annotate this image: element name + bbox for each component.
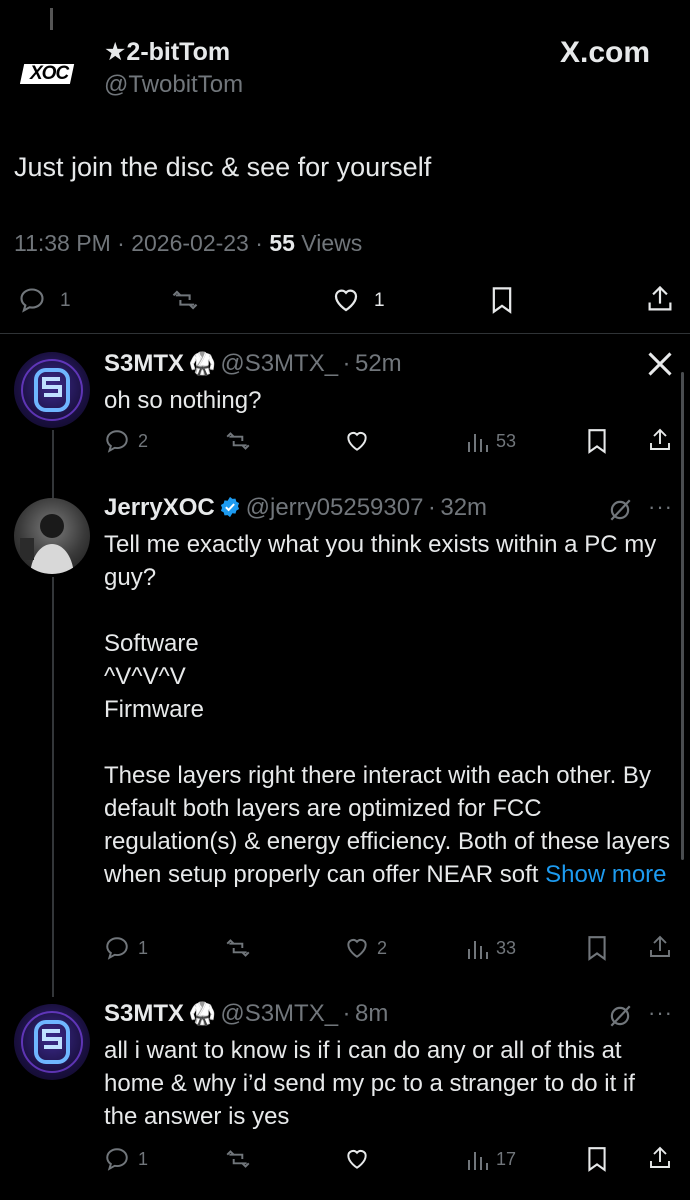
reply-text-content: Tell me exactly what you think exists wi… xyxy=(104,531,671,888)
main-avatar-logo-text: XOC xyxy=(30,63,69,84)
views-chart-icon[interactable] xyxy=(466,1148,490,1172)
more-options-icon[interactable]: ··· xyxy=(648,1000,673,1026)
main-avatar[interactable]: XOC xyxy=(20,46,84,94)
view-count: 53 xyxy=(496,431,517,451)
verified-badge-icon xyxy=(219,496,241,518)
reply-icon[interactable] xyxy=(104,428,130,454)
reply-text: Tell me exactly what you think exists wi… xyxy=(104,528,674,891)
meta-separator: · xyxy=(255,230,263,256)
bookmark-icon[interactable] xyxy=(490,286,514,314)
repost-icon[interactable] xyxy=(224,1146,252,1172)
thread-line xyxy=(52,577,54,997)
reply-text: oh so nothing? xyxy=(104,387,262,414)
meta-separator: · xyxy=(342,350,351,377)
view-count: 33 xyxy=(496,938,517,958)
like-count: 1 xyxy=(374,290,385,311)
reply-age: 32m xyxy=(440,494,488,521)
main-post-text: Just join the disc & see for yourself xyxy=(14,152,432,182)
reply-count: 2 xyxy=(138,431,149,451)
repost-icon[interactable] xyxy=(224,935,252,961)
share-icon[interactable] xyxy=(648,933,672,961)
thread-line xyxy=(52,430,54,500)
meta-separator: · xyxy=(117,230,125,256)
views-count: 55 xyxy=(269,230,295,256)
brand-label: X.com xyxy=(560,36,651,69)
bookmark-icon[interactable] xyxy=(586,428,608,454)
like-icon[interactable] xyxy=(343,1146,371,1172)
share-icon[interactable] xyxy=(648,426,672,454)
like-count: 2 xyxy=(377,938,388,958)
reply-count: 1 xyxy=(138,1149,149,1169)
share-icon[interactable] xyxy=(648,1144,672,1172)
reply-icon[interactable] xyxy=(18,286,46,314)
reply-header: JerryXOC @jerry05259307 · 32m xyxy=(104,494,487,522)
grok-icon[interactable] xyxy=(607,1003,633,1029)
post-time: 11:38 PM xyxy=(14,230,111,256)
repost-icon[interactable] xyxy=(170,286,200,314)
post-date: 2026-02-23 xyxy=(131,230,249,256)
reply-handle[interactable]: @jerry05259307 xyxy=(246,494,424,521)
view-count: 17 xyxy=(496,1149,517,1169)
reply-display-name[interactable]: S3MTX xyxy=(104,350,184,377)
like-icon[interactable] xyxy=(343,935,371,961)
meta-separator: · xyxy=(427,494,436,521)
reply-display-name[interactable]: S3MTX xyxy=(104,1000,184,1027)
reply-count: 1 xyxy=(60,290,71,311)
close-x-icon[interactable] xyxy=(646,350,674,378)
repost-icon[interactable] xyxy=(224,428,252,454)
avatar-s3mtx[interactable] xyxy=(14,1004,90,1080)
reply-text: all i want to know is if i can do any or… xyxy=(104,1037,642,1130)
bookmark-icon[interactable] xyxy=(586,1146,608,1172)
show-more-link[interactable]: Show more xyxy=(545,861,666,888)
judo-emoji-icon: 🥋 xyxy=(188,351,216,376)
reply-icon[interactable] xyxy=(104,1146,130,1172)
reply-icon[interactable] xyxy=(104,935,130,961)
bookmark-icon[interactable] xyxy=(586,935,608,961)
like-icon[interactable] xyxy=(343,428,371,454)
share-icon[interactable] xyxy=(646,284,674,314)
scrollbar[interactable] xyxy=(681,372,684,860)
avatar-s3mtx[interactable] xyxy=(14,352,90,428)
reply-display-name[interactable]: JerryXOC xyxy=(104,494,215,521)
reply-age: 52m xyxy=(354,350,402,377)
main-handle[interactable]: @TwobitTom xyxy=(104,71,243,99)
views-label: Views xyxy=(301,230,363,256)
judo-emoji-icon: 🥋 xyxy=(188,1001,216,1026)
grok-icon[interactable] xyxy=(607,497,633,523)
reply-age: 8m xyxy=(354,1000,389,1027)
meta-separator: · xyxy=(342,1000,351,1027)
like-icon[interactable] xyxy=(330,285,362,315)
views-chart-icon[interactable] xyxy=(466,937,490,961)
top-thread-stub xyxy=(50,8,53,30)
reply-count: 1 xyxy=(138,938,149,958)
divider xyxy=(0,333,690,334)
views-chart-icon[interactable] xyxy=(466,430,490,454)
reply-header: S3MTX 🥋 @S3MTX_ · 8m xyxy=(104,1000,388,1028)
more-options-icon[interactable]: ··· xyxy=(648,494,673,520)
main-post-meta: 11:38 PM · 2026-02-23 · 55 Views xyxy=(14,230,362,257)
main-display-name[interactable]: ★2-bitTom xyxy=(104,37,230,67)
reply-handle[interactable]: @S3MTX_ xyxy=(220,1000,338,1027)
reply-header: S3MTX 🥋 @S3MTX_ · 52m xyxy=(104,350,402,378)
reply-handle[interactable]: @S3MTX_ xyxy=(220,350,338,377)
avatar-jerryxoc[interactable] xyxy=(14,498,90,574)
